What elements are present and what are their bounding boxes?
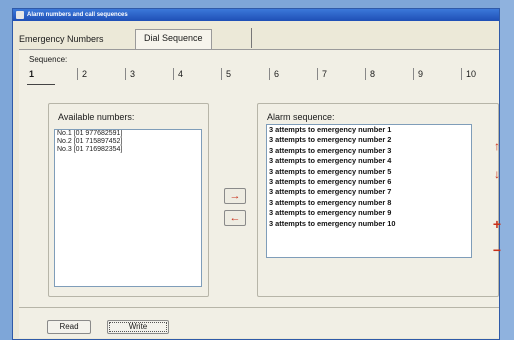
alarm-sequence-item[interactable]: 3 attempts to emergency number 1 [267, 125, 471, 135]
tab-emergency-numbers[interactable]: Emergency Numbers [19, 31, 104, 48]
tab-dial-sequence[interactable]: Dial Sequence [135, 29, 212, 49]
available-numbers-list[interactable]: No.1 [01 977682591] No.2 [01 715897452] … [54, 129, 202, 287]
dialog-window: Alarm numbers and call sequences Emergen… [12, 8, 501, 340]
available-number-item[interactable]: No.1 [01 977682591] [55, 130, 201, 138]
app-icon [16, 11, 24, 19]
available-number-item[interactable]: No.3 [01 716982354] [55, 146, 201, 154]
sequence-item-1[interactable]: 1 [29, 68, 34, 80]
sequence-item-6[interactable]: 6 [269, 68, 279, 80]
selected-sequence-indicator [27, 84, 55, 85]
alarm-sequence-item[interactable]: 3 attempts to emergency number 3 [267, 146, 471, 156]
window-title: Alarm numbers and call sequences [27, 12, 128, 18]
title-bar[interactable]: Alarm numbers and call sequences [13, 9, 499, 21]
decrease-attempts-icon[interactable]: − [487, 242, 507, 258]
dial-sequence-panel: Sequence: 1 2 3 4 5 6 7 8 9 10 Available… [19, 49, 501, 338]
tab-divider [251, 28, 252, 48]
alarm-sequence-item[interactable]: 3 attempts to emergency number 2 [267, 135, 471, 145]
alarm-sequence-title: Alarm sequence: [267, 112, 335, 122]
move-down-icon[interactable]: ↓ [487, 166, 507, 182]
alarm-sequence-item[interactable]: 3 attempts to emergency number 6 [267, 177, 471, 187]
available-numbers-title: Available numbers: [58, 112, 135, 122]
alarm-sequence-item[interactable]: 3 attempts to emergency number 8 [267, 198, 471, 208]
remove-from-sequence-button[interactable]: ← [224, 210, 246, 226]
sequence-item-8[interactable]: 8 [365, 68, 375, 80]
sequence-label: Sequence: [29, 55, 68, 64]
sequence-item-7[interactable]: 7 [317, 68, 327, 80]
sequence-item-3[interactable]: 3 [125, 68, 135, 80]
alarm-sequence-item[interactable]: 3 attempts to emergency number 9 [267, 208, 471, 218]
footer-divider [19, 307, 499, 308]
sequence-item-2[interactable]: 2 [77, 68, 87, 80]
move-up-icon[interactable]: ↑ [487, 138, 507, 154]
sequence-item-4[interactable]: 4 [173, 68, 183, 80]
sequence-item-5[interactable]: 5 [221, 68, 231, 80]
read-button[interactable]: Read [47, 320, 91, 334]
available-number-item[interactable]: No.2 [01 715897452] [55, 138, 201, 146]
alarm-sequence-item[interactable]: 3 attempts to emergency number 7 [267, 187, 471, 197]
alarm-sequence-item[interactable]: 3 attempts to emergency number 5 [267, 167, 471, 177]
alarm-sequence-item[interactable]: 3 attempts to emergency number 4 [267, 156, 471, 166]
write-button[interactable]: Write [107, 320, 169, 334]
available-numbers-group: Available numbers: No.1 [01 977682591] N… [48, 103, 209, 297]
sequence-selector: 1 2 3 4 5 6 7 8 9 10 [29, 68, 509, 82]
alarm-sequence-group: Alarm sequence: 3 attempts to emergency … [257, 103, 501, 297]
alarm-sequence-list[interactable]: 3 attempts to emergency number 1 3 attem… [266, 124, 472, 258]
add-to-sequence-button[interactable]: → [224, 188, 246, 204]
sequence-item-10[interactable]: 10 [461, 68, 476, 80]
increase-attempts-icon[interactable]: + [487, 216, 507, 232]
sequence-item-9[interactable]: 9 [413, 68, 423, 80]
alarm-sequence-item[interactable]: 3 attempts to emergency number 10 [267, 219, 471, 229]
